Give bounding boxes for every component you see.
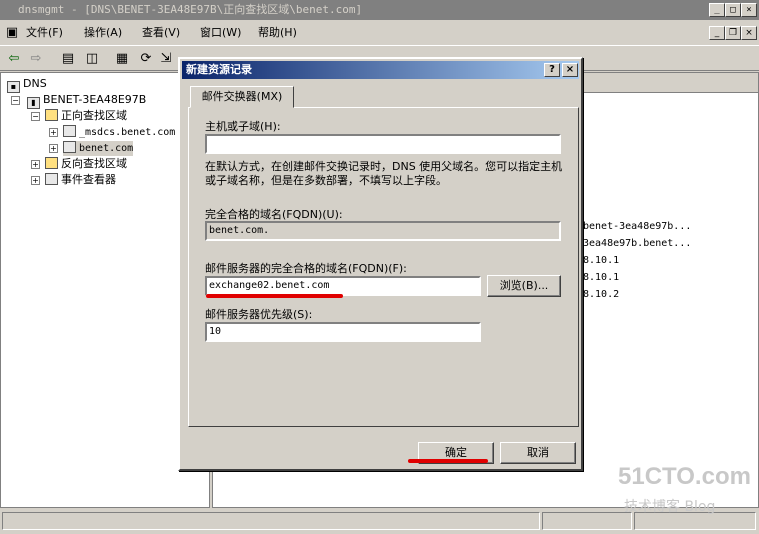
dns-icon: ▪ [7,81,20,93]
tree-node-dns[interactable]: ▪ DNS [7,77,47,93]
watermark-logo: 51CTO.com [618,463,751,490]
red-underline [206,294,343,298]
expand-icon[interactable]: + [31,176,40,185]
collapse-icon[interactable]: − [11,96,20,105]
menu-action[interactable]: 操作(A) [84,22,122,44]
menu-help[interactable]: 帮助(H) [258,22,297,44]
new-resource-record-dialog: 新建资源记录 ? × 邮件交换器(MX) 主机或子域(H): 在默认方式，在创建… [178,57,583,471]
tree-node-forward-zone[interactable]: 正向查找区域 [45,109,127,123]
export-icon[interactable]: ⇲ [156,49,176,69]
watermark-text: 技术博客 Blog [624,499,716,515]
fqdn-field: benet.com. [205,221,561,241]
forward-icon[interactable]: ⇨ [26,49,46,69]
cancel-button[interactable]: 取消 [500,442,576,464]
back-icon[interactable]: ⇦ [4,49,24,69]
child-close-button[interactable]: × [741,26,757,40]
app-icon: ▣ [5,25,19,40]
window-title: dnsmgmt - [DNS\BENET-3EA48E97B\正向查找区域\be… [18,3,363,16]
tree-label: BENET-3EA48E97B [43,93,147,106]
tree-label: _msdcs.benet.com [79,127,176,138]
tree-label: DNS [23,77,47,90]
zone-icon [63,125,76,137]
maximize-button[interactable]: □ [725,3,741,17]
zone-icon [63,141,76,153]
priority-input[interactable]: 10 [205,322,481,342]
fqdn-label: 完全合格的域名(FQDN)(U): [205,208,343,221]
priority-label: 邮件服务器优先级(S): [205,308,313,321]
mail-server-label: 邮件服务器的完全合格的域名(FQDN)(F): [205,262,407,275]
tree-label: benet.com [79,143,134,154]
properties-icon[interactable]: ▦ [112,49,132,69]
close-button[interactable]: × [741,3,757,17]
folder-icon [45,157,58,169]
status-cell [2,512,540,530]
tab-mx[interactable]: 邮件交换器(MX) [190,86,294,108]
status-cell [542,512,632,530]
collapse-icon[interactable]: − [31,112,40,121]
description-text: 在默认方式，在创建邮件交换记录时，DNS 使用父域名。您可以指定主机或子域名称，… [205,160,563,187]
tree-node-event-viewer[interactable]: 事件查看器 [45,173,116,187]
menu-bar: ▣ 文件(F) 操作(A) 查看(V) 窗口(W) 帮助(H) _ ❐ × [0,22,759,44]
minimize-button[interactable]: _ [709,3,725,17]
tree-node-benet[interactable]: benet.com [63,141,134,156]
server-icon: ▮ [27,97,40,109]
dialog-title: 新建资源记录 [186,63,252,76]
host-label: 主机或子域(H): [205,120,281,133]
tree-label: 正向查找区域 [61,109,127,122]
expand-icon[interactable]: + [31,160,40,169]
dialog-title-bar: 新建资源记录 ? × [182,61,579,79]
tree-node-server[interactable]: ▮ BENET-3EA48E97B [27,93,146,109]
expand-icon[interactable]: + [49,128,58,137]
up-folder-icon[interactable]: ▤ [58,49,78,69]
show-tree-icon[interactable]: ◫ [82,49,102,69]
red-underline [408,459,488,463]
child-restore-button[interactable]: ❐ [725,26,741,40]
event-viewer-icon [45,173,58,185]
dialog-close-button[interactable]: × [562,63,578,77]
list-item[interactable]: 3ea48e97b.benet... [583,238,691,249]
list-item[interactable]: benet-3ea48e97b... [583,221,691,232]
list-item[interactable]: 8.10.2 [583,289,619,300]
tree-label: 事件查看器 [61,173,116,186]
tab-panel: 主机或子域(H): 在默认方式，在创建邮件交换记录时，DNS 使用父域名。您可以… [188,107,579,427]
child-minimize-button[interactable]: _ [709,26,725,40]
host-input[interactable] [205,134,561,154]
mail-server-input[interactable]: exchange02.benet.com [205,276,481,296]
list-item[interactable]: 8.10.1 [583,255,619,266]
help-button[interactable]: ? [544,63,560,77]
tree-node-reverse-zone[interactable]: 反向查找区域 [45,157,127,171]
browse-button[interactable]: 浏览(B)... [487,275,561,297]
list-item[interactable]: 8.10.1 [583,272,619,283]
expand-icon[interactable]: + [49,144,58,153]
tree-label: 反向查找区域 [61,157,127,170]
folder-icon [45,109,58,121]
tree-node-msdcs[interactable]: _msdcs.benet.com [63,125,175,140]
refresh-icon[interactable]: ⟳ [136,49,156,69]
menu-window[interactable]: 窗口(W) [200,22,241,44]
menu-file[interactable]: 文件(F) [26,22,63,44]
window-title-bar: dnsmgmt - [DNS\BENET-3EA48E97B\正向查找区域\be… [0,0,759,20]
menu-view[interactable]: 查看(V) [142,22,180,44]
